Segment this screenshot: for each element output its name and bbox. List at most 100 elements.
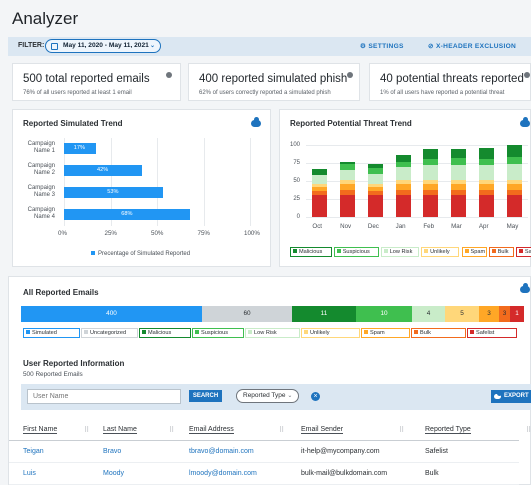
xheader-exclusion-button[interactable]: ⊘ X-HEADER EXCLUSION — [428, 42, 516, 50]
bar[interactable]: 68% — [64, 209, 191, 220]
download-cloud-icon[interactable] — [251, 117, 261, 127]
info-icon[interactable] — [166, 72, 172, 78]
stack-segment[interactable] — [340, 195, 356, 217]
stack-segment[interactable] — [340, 170, 356, 181]
stack-segment[interactable] — [478, 189, 494, 196]
bar[interactable]: 17% — [64, 143, 96, 154]
table-row[interactable]: Luis Moody lmoody@domain.com bulk-mail@bulk… — [9, 463, 519, 485]
stack-segment[interactable] — [367, 168, 383, 174]
stack-segment[interactable] — [312, 195, 328, 217]
stack-segment[interactable] — [451, 149, 467, 158]
stack-segment[interactable] — [506, 156, 522, 164]
stack-segment[interactable] — [367, 195, 383, 217]
stack-segment[interactable] — [451, 195, 467, 217]
info-icon[interactable] — [524, 72, 530, 78]
stack-segment[interactable] — [451, 165, 467, 180]
stack-segment[interactable]: 60 — [202, 306, 292, 322]
stack-segment[interactable] — [340, 161, 356, 165]
stack-segment[interactable] — [506, 179, 522, 184]
stack-segment[interactable]: 3 — [479, 306, 499, 322]
stack-segment[interactable] — [423, 195, 439, 217]
stack-segment[interactable] — [451, 183, 467, 190]
legend-item[interactable]: Simulated — [23, 328, 80, 338]
stack-segment[interactable]: 400 — [21, 306, 202, 322]
legend-item[interactable]: Low Risk — [380, 247, 420, 257]
legend-item[interactable]: Spam — [361, 328, 410, 338]
stack-segment[interactable] — [312, 169, 328, 176]
table-cell[interactable]: Bravo — [103, 448, 121, 455]
legend-item[interactable]: Spam — [461, 247, 487, 257]
stack-segment[interactable] — [367, 186, 383, 192]
column-header[interactable]: Email Sender — [301, 426, 344, 434]
legend-item[interactable]: Malicious — [290, 247, 332, 257]
stack-segment[interactable] — [451, 189, 467, 196]
stack-segment[interactable] — [478, 195, 494, 217]
stack-segment[interactable] — [367, 163, 383, 169]
stack-segment[interactable] — [367, 183, 383, 187]
stack-segment[interactable] — [451, 157, 467, 166]
legend-item[interactable]: Suspicious — [192, 328, 244, 338]
legend-item[interactable]: Suspicious — [333, 247, 379, 257]
export-button[interactable]: EXPORT — [491, 390, 531, 403]
stack-segment[interactable] — [395, 162, 411, 167]
user-name-search-input[interactable] — [27, 389, 181, 404]
legend-item[interactable]: Unlikely — [421, 247, 460, 257]
legend-item[interactable]: Bulk — [411, 328, 466, 338]
stack-segment[interactable] — [340, 189, 356, 196]
stack-segment[interactable]: 1 — [510, 306, 524, 322]
stack-segment[interactable] — [395, 179, 411, 184]
stack-segment[interactable] — [478, 179, 494, 184]
legend-item[interactable]: Uncategorized — [81, 328, 138, 338]
stack-segment[interactable] — [478, 165, 494, 180]
stack-segment[interactable] — [395, 189, 411, 196]
download-cloud-icon[interactable] — [520, 283, 530, 293]
table-cell[interactable]: tbravo@domain.com — [189, 448, 254, 455]
stack-segment[interactable] — [340, 180, 356, 184]
stack-segment[interactable] — [506, 163, 522, 180]
info-icon[interactable] — [347, 72, 353, 78]
legend-item[interactable]: Malicious — [139, 328, 191, 338]
stack-segment[interactable] — [423, 159, 439, 166]
column-header[interactable]: Last Name — [103, 426, 137, 434]
bar[interactable]: 53% — [64, 187, 163, 198]
column-resize-icon[interactable]: ⠿ — [169, 426, 174, 434]
legend-item[interactable]: Safelist — [515, 247, 531, 257]
stack-segment[interactable] — [451, 179, 467, 184]
reported-type-filter-chip[interactable]: Reported Type ⌄ — [236, 389, 300, 403]
stack-segment[interactable] — [423, 183, 439, 190]
legend-item[interactable]: Safelist — [467, 328, 517, 338]
stack-segment[interactable] — [506, 145, 522, 157]
stack-segment[interactable] — [312, 186, 328, 192]
stack-segment[interactable] — [395, 195, 411, 217]
table-cell[interactable]: Teigan — [23, 448, 44, 455]
stack-segment[interactable] — [423, 179, 439, 184]
clear-filter-icon[interactable]: × — [311, 392, 320, 401]
bar[interactable]: 42% — [64, 165, 143, 176]
column-resize-icon[interactable]: ⠿ — [84, 426, 89, 434]
stack-segment[interactable] — [312, 183, 328, 187]
table-cell[interactable]: lmoody@domain.com — [189, 470, 257, 477]
stack-segment[interactable] — [312, 175, 328, 184]
column-resize-icon[interactable]: ⠿ — [526, 426, 531, 434]
legend-item[interactable]: Low Risk — [245, 328, 300, 338]
stack-segment[interactable] — [395, 155, 411, 163]
stack-segment[interactable]: 11 — [292, 306, 356, 322]
stack-segment[interactable]: 4 — [412, 306, 445, 322]
stack-segment[interactable] — [478, 159, 494, 166]
stack-segment[interactable] — [478, 147, 494, 160]
stack-segment[interactable] — [312, 191, 328, 196]
stack-segment[interactable] — [340, 164, 356, 171]
stack-segment[interactable] — [506, 189, 522, 196]
stack-segment[interactable] — [506, 183, 522, 190]
settings-button[interactable]: ⚙ SETTINGS — [360, 42, 404, 50]
search-button[interactable]: SEARCH — [189, 390, 222, 402]
stack-segment[interactable] — [395, 183, 411, 190]
legend-item[interactable]: Bulk — [488, 247, 514, 257]
stack-segment[interactable]: 3 — [499, 306, 510, 322]
column-resize-icon[interactable]: ⠿ — [399, 426, 404, 434]
stack-segment[interactable]: 5 — [445, 306, 479, 322]
date-range-picker[interactable]: May 11, 2020 - May 11, 2021 ⌄ — [45, 39, 161, 53]
stack-segment[interactable] — [423, 149, 439, 160]
column-header[interactable]: First Name — [23, 426, 58, 434]
stack-segment[interactable] — [340, 183, 356, 190]
